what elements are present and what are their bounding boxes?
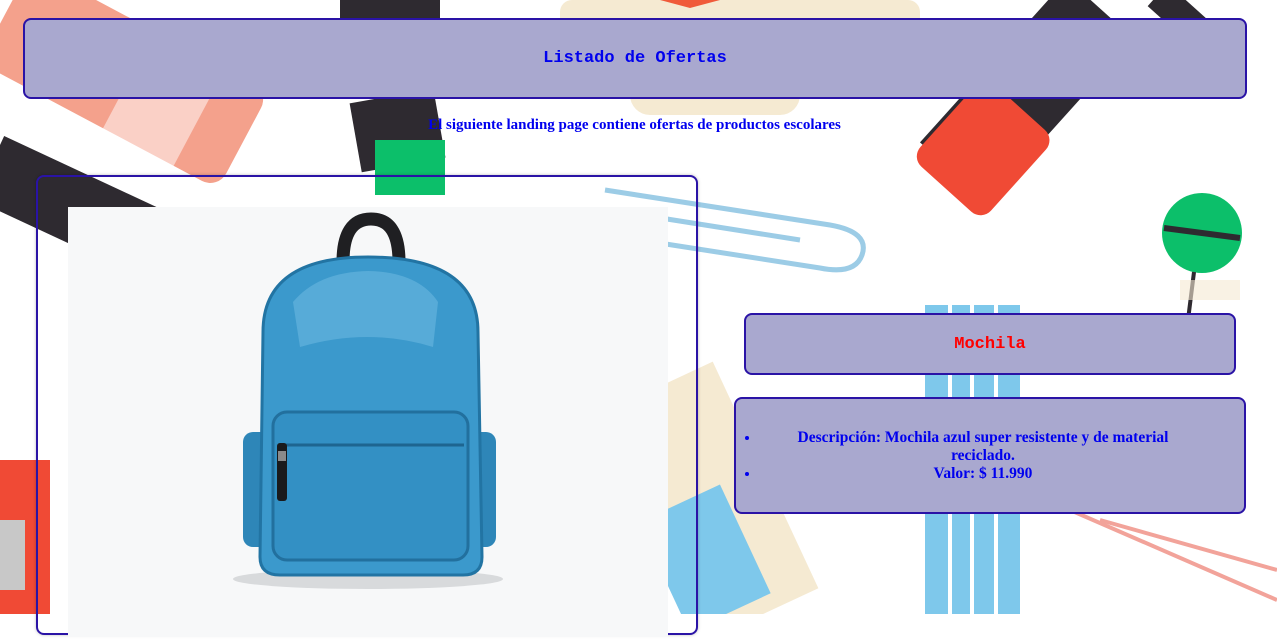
product-price: Valor: $ 11.990 — [760, 465, 1206, 483]
page-title: Listado de Ofertas — [543, 49, 727, 68]
product-details-list: Descripción: Mochila azul super resisten… — [736, 399, 1244, 483]
product-name-box: Mochila — [744, 313, 1236, 375]
backpack-icon — [233, 212, 503, 589]
header-banner: Listado de Ofertas — [23, 18, 1247, 99]
product-image-card — [36, 175, 698, 637]
product-name: Mochila — [954, 334, 1026, 354]
backpack-image — [68, 207, 668, 637]
page-subtitle: El siguiente landing page contiene ofert… — [428, 117, 841, 133]
product-description: Descripción: Mochila azul super resisten… — [760, 429, 1206, 465]
product-details-box: Descripción: Mochila azul super resisten… — [734, 397, 1246, 514]
